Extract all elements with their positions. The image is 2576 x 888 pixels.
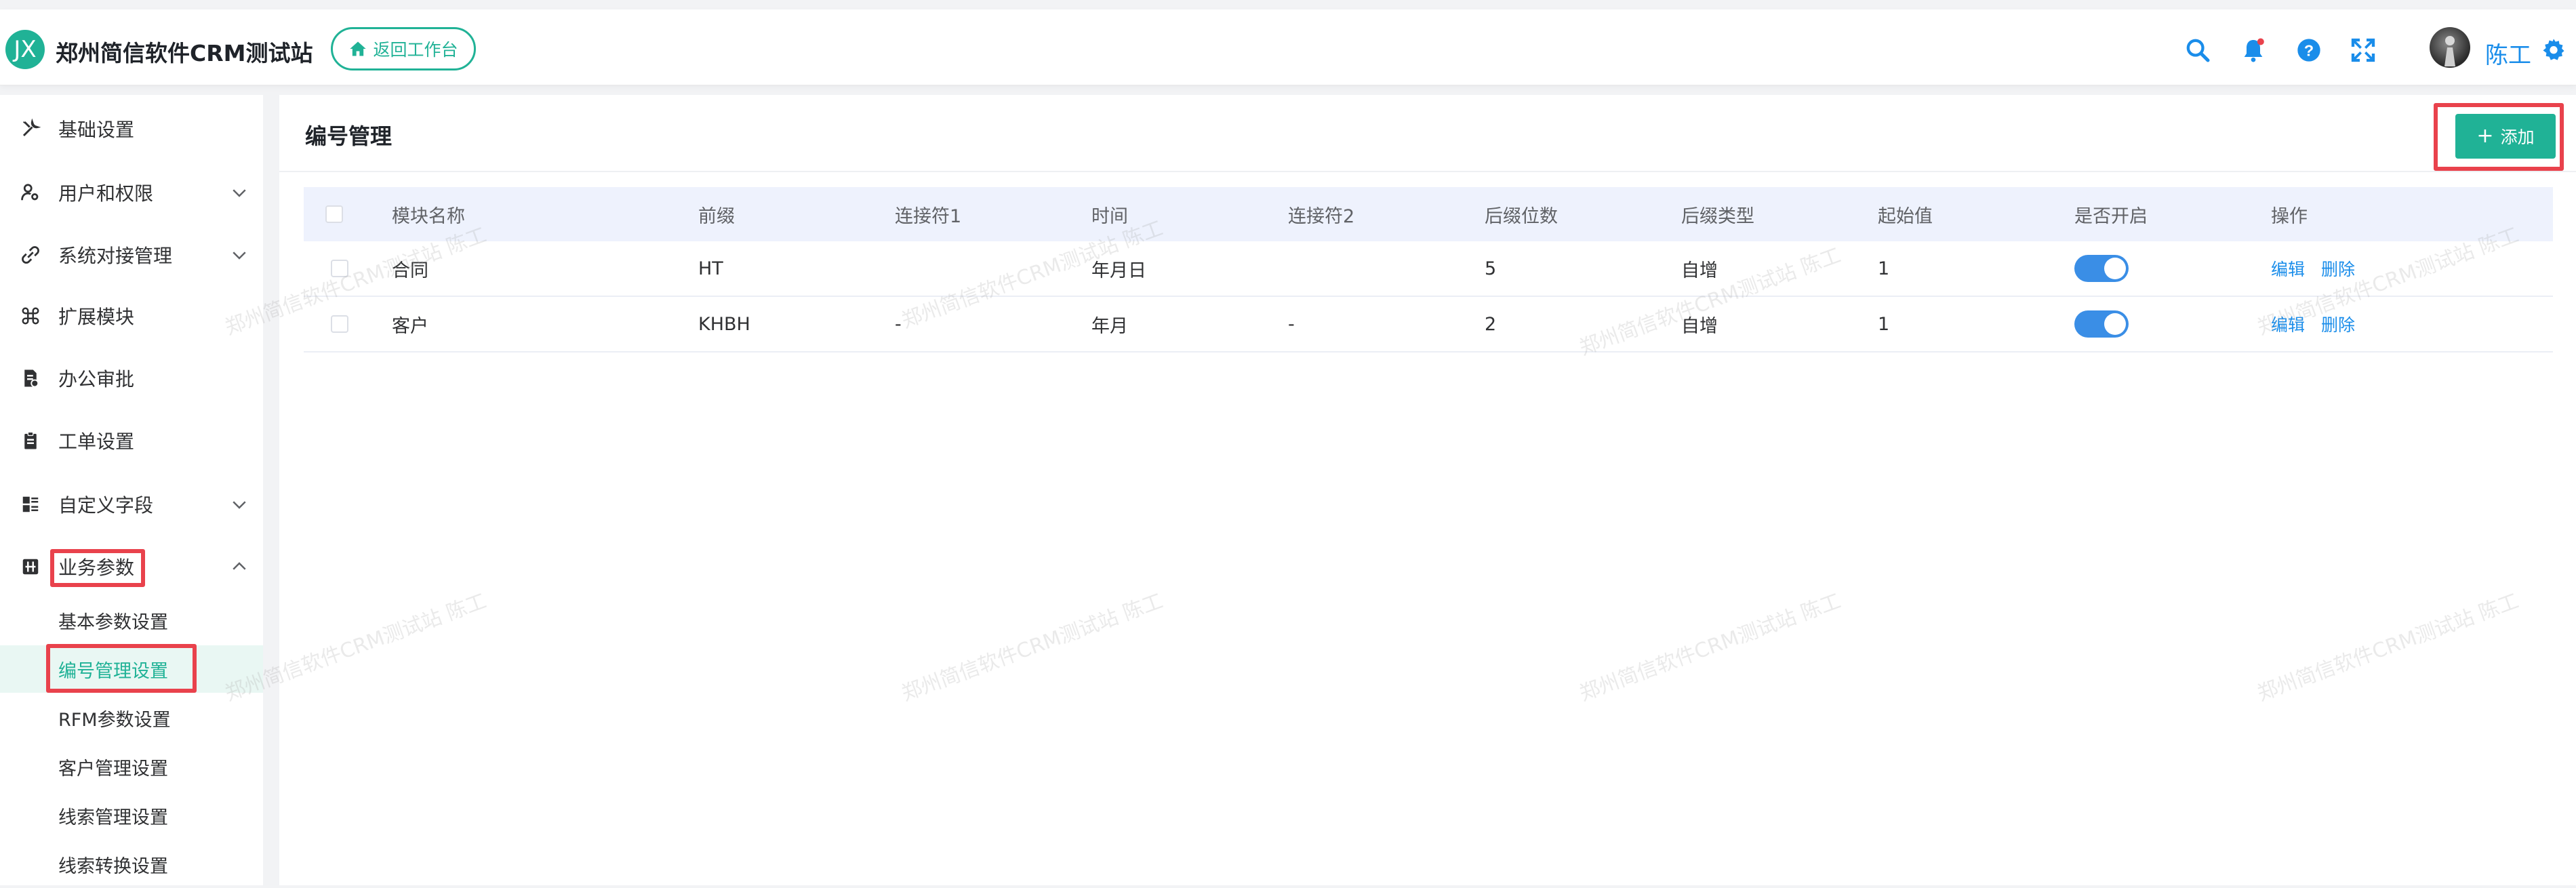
top-header: JX 郑州简信软件CRM测试站 返回工作台 ? 陈工 [0,9,2576,85]
column-header: 前缀 [698,205,735,227]
tools-icon [22,119,41,137]
cell-type: 自增 [1681,315,1718,337]
sidebar-subitem-lead-conversion[interactable]: 线索转换设置 [0,841,263,888]
sidebar-item-label: 基础设置 [58,119,135,141]
command-icon [22,307,39,325]
column-header: 后缀类型 [1681,205,1754,227]
cell-digits: 2 [1485,313,1497,335]
sidebar: 基础设置 用户和权限 系统对接管理 扩展模块 办公审批 工单设置 自定义字段 业… [0,95,263,885]
edit-link[interactable]: 编辑 [2271,256,2305,281]
plus-icon: + [2476,124,2494,148]
search-icon[interactable] [2184,37,2211,64]
sidebar-subitem-label: 客户管理设置 [58,758,168,780]
table-row: 客户 KHBH - 年月 - 2 自增 1 编辑 删除 [304,297,2553,352]
column-header: 是否开启 [2074,205,2148,227]
delete-link[interactable]: 删除 [2321,256,2355,281]
chevron-down-icon [233,189,246,197]
row-checkbox[interactable] [331,260,348,277]
user-key-icon [21,184,39,201]
back-button-label: 返回工作台 [373,40,458,60]
sidebar-item-office-approval[interactable]: 办公审批 [0,351,263,405]
column-header: 时间 [1091,205,1128,227]
sidebar-subitem-rfm-params[interactable]: RFM参数设置 [0,694,263,742]
sidebar-item-extension-modules[interactable]: 扩展模块 [0,289,263,343]
add-button-label: 添加 [2500,127,2535,147]
column-header: 连接符2 [1288,205,1355,227]
column-header: 后缀位数 [1485,205,1558,227]
column-header: 起始值 [1878,205,1933,227]
table-row: 合同 HT 年月日 5 自增 1 编辑 删除 [304,241,2553,297]
bell-icon[interactable] [2240,37,2267,64]
table-header: 模块名称 前缀 连接符1 时间 连接符2 后缀位数 后缀类型 起始值 是否开启 … [304,187,2553,241]
logo: JX [5,30,45,69]
cell-digits: 5 [1485,258,1497,279]
sidebar-subitem-label: 线索转换设置 [58,855,168,877]
sidebar-subitem-basic-params[interactable]: 基本参数设置 [0,597,263,644]
sidebar-subitem-lead-mgmt[interactable]: 线索管理设置 [0,792,263,839]
sidebar-subitem-label: 编号管理设置 [58,660,168,682]
doc-check-icon [24,369,39,388]
delete-link[interactable]: 删除 [2321,312,2355,336]
avatar-figure-icon [2444,36,2455,66]
chevron-up-icon [233,562,246,570]
cell-prefix: KHBH [698,313,750,335]
main-content: 编号管理 + 添加 模块名称 前缀 连接符1 时间 连接符2 后缀位数 后缀类型… [279,95,2576,885]
fullscreen-icon[interactable] [2350,37,2377,64]
svg-text:?: ? [2304,41,2314,59]
clipboard-icon [24,431,37,449]
cell-module: 客户 [392,315,428,337]
avatar[interactable] [2430,27,2470,68]
cell-module: 合同 [392,260,428,281]
sidebar-item-custom-fields[interactable]: 自定义字段 [0,477,263,531]
app-title: 郑州简信软件CRM测试站 [56,40,313,66]
sidebar-item-label: 业务参数 [58,557,135,579]
column-header: 模块名称 [392,205,465,227]
cell-prefix: HT [698,258,723,279]
cell-sep1: - [895,313,902,335]
cell-sep2: - [1288,313,1295,335]
cell-type: 自增 [1681,260,1718,281]
username[interactable]: 陈工 [2485,37,2531,70]
home-icon [350,41,367,56]
cell-start: 1 [1878,258,1890,279]
page-title: 编号管理 [305,123,393,149]
sidebar-item-label: 扩展模块 [58,306,135,328]
title-divider [279,171,2576,172]
sidebar-subitem-label: RFM参数设置 [58,709,171,731]
back-to-workbench-button[interactable]: 返回工作台 [331,27,476,70]
sidebar-item-label: 工单设置 [58,430,135,453]
enabled-toggle[interactable] [2074,310,2129,338]
sidebar-item-ticket-settings[interactable]: 工单设置 [0,413,263,468]
grid-icon [22,559,39,575]
gear-icon[interactable] [2542,38,2565,61]
select-all-checkbox[interactable] [325,205,343,223]
sidebar-subitem-customer-mgmt[interactable]: 客户管理设置 [0,743,263,790]
link-icon [22,246,39,264]
sidebar-item-business-params[interactable]: 业务参数 [0,540,263,594]
column-header: 连接符1 [895,205,962,227]
sidebar-subitem-label: 线索管理设置 [58,807,168,828]
column-header: 操作 [2271,205,2308,227]
row-checkbox[interactable] [331,315,348,333]
chevron-down-icon [233,501,246,509]
enabled-toggle[interactable] [2074,255,2129,282]
chevron-down-icon [233,251,246,260]
sidebar-subitem-numbering[interactable]: 编号管理设置 [0,645,263,693]
help-icon[interactable]: ? [2295,37,2322,64]
sidebar-item-label: 办公审批 [58,368,135,390]
cell-time: 年月日 [1091,260,1146,281]
add-button[interactable]: + 添加 [2455,114,2556,159]
sidebar-item-label: 自定义字段 [58,494,154,517]
sidebar-item-users-permissions[interactable]: 用户和权限 [0,165,263,220]
sidebar-item-system-integration[interactable]: 系统对接管理 [0,228,263,282]
sidebar-item-label: 用户和权限 [58,182,154,205]
sidebar-item-basic-settings[interactable]: 基础设置 [0,102,263,156]
sidebar-item-label: 系统对接管理 [58,245,173,267]
edit-link[interactable]: 编辑 [2271,312,2305,336]
cell-start: 1 [1878,313,1890,335]
list-icon [22,496,39,512]
cell-time: 年月 [1091,315,1128,337]
sidebar-subitem-label: 基本参数设置 [58,611,168,633]
